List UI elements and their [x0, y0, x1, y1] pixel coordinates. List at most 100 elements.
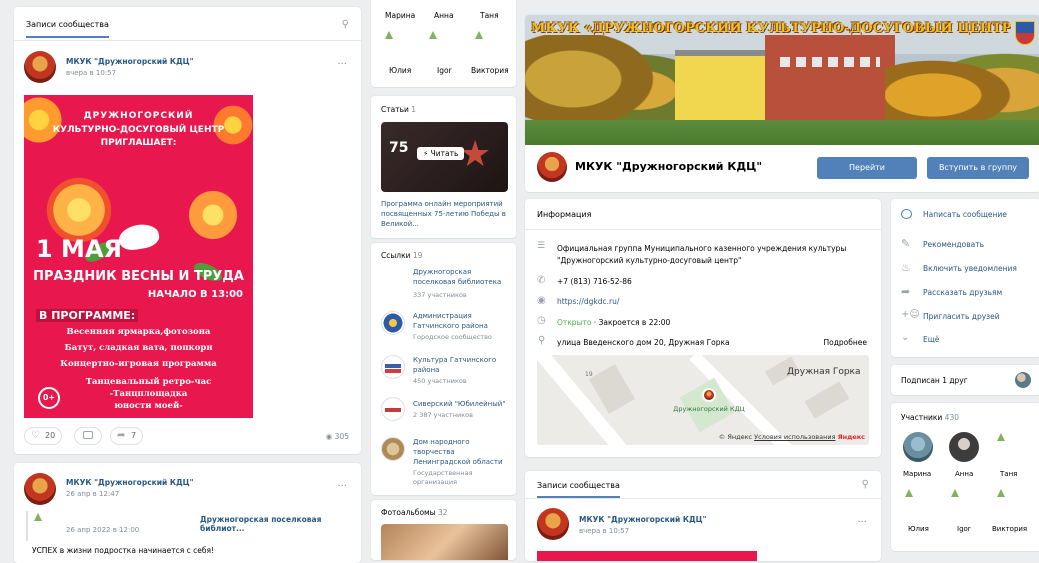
avatar[interactable] — [24, 473, 56, 505]
member-name[interactable]: Марина — [903, 470, 931, 478]
link-item[interactable]: Администрация Гатчинского района Городск… — [381, 309, 511, 345]
cover-image[interactable]: МКУК «ДРУЖНОГОРСКИЙ КУЛЬТУРНО-ДОСУГОВЫЙ … — [525, 15, 1039, 145]
friend-name[interactable]: Анна — [434, 11, 454, 20]
more-icon[interactable]: ··· — [857, 517, 867, 528]
action-recommend[interactable]: ✎ Рекомендовать — [901, 237, 1036, 253]
albums-title[interactable]: Фотоальбомы 32 — [381, 508, 448, 517]
dove-icon — [117, 221, 161, 253]
read-button[interactable]: ⚡ Читать — [417, 147, 465, 160]
avatar[interactable] — [537, 508, 569, 540]
map[interactable]: 19 Дружная Горка Дружногорский КДЦ © Янд… — [537, 355, 869, 445]
link-name[interactable]: Культура Гатчинского района — [413, 355, 508, 375]
comment-button[interactable] — [74, 427, 102, 445]
post-time[interactable]: 26 апр в 12:47 — [66, 490, 119, 498]
map-terms[interactable]: Условия использования — [754, 433, 835, 441]
member-name[interactable]: Таня — [1000, 470, 1017, 478]
like-button[interactable]: ♡ 20 — [24, 427, 63, 445]
post-time[interactable]: вчера в 10:57 — [66, 69, 116, 77]
post-author[interactable]: МКУК "Дружногорский КДЦ" — [66, 57, 194, 66]
member-avatar[interactable] — [903, 432, 933, 462]
open-status: Открыто — [557, 318, 592, 327]
post-author[interactable]: МКУК "Дружногорский КДЦ" — [66, 478, 194, 487]
more-icon[interactable]: ··· — [337, 59, 347, 70]
more-icon[interactable]: ··· — [337, 481, 347, 492]
action-more[interactable]: ⌄ Ещё — [901, 332, 1036, 348]
link-name[interactable]: Сиверский "Юбилейный" — [413, 399, 513, 409]
links-title[interactable]: Ссылки 19 — [381, 251, 422, 260]
age-label: 0+ — [42, 393, 56, 402]
left-post2-card: МКУК "Дружногорский КДЦ" 26 апр в 12:47 … — [14, 463, 361, 563]
album-cover[interactable] — [381, 524, 508, 560]
link-logo — [381, 355, 405, 379]
share-button[interactable]: ➦ 7 — [110, 427, 144, 445]
articles-title[interactable]: Статьи 1 — [381, 105, 416, 114]
subscribed-card[interactable]: Подписан 1 друг — [891, 365, 1039, 395]
posts-tab[interactable]: Записи сообщества — [26, 20, 109, 38]
friend-name[interactable]: Виктория — [471, 66, 509, 75]
albums-card: Фотоальбомы 32 — [371, 500, 516, 560]
action-notifications[interactable]: ♨ Включить уведомления — [901, 261, 1036, 277]
posts-tab[interactable]: Записи сообщества — [537, 481, 620, 498]
group-name: МКУК "Дружногорский КДЦ" — [575, 160, 763, 173]
link-item[interactable]: Дом народного творчества Ленинградской о… — [381, 435, 511, 491]
post-time[interactable]: вчера в 10:57 — [579, 527, 629, 535]
poster-item: юности моей- — [114, 401, 183, 411]
poster-image[interactable]: ДРУЖНОГОРСКИЙ КУЛЬТУРНО-ДОСУГОВЫЙ ЦЕНТР … — [24, 95, 253, 418]
action-label: Ещё — [923, 335, 940, 344]
broken-image-icon[interactable] — [429, 31, 437, 39]
go-button[interactable]: Перейти — [817, 157, 917, 179]
action-invite[interactable]: +☺ Пригласить друзей — [901, 309, 1036, 325]
join-button[interactable]: Вступить в группу — [927, 157, 1029, 179]
article-caption[interactable]: Программа онлайн мероприятий посвященных… — [381, 199, 506, 229]
broken-image-icon[interactable] — [475, 31, 483, 39]
member-name[interactable]: Анна — [955, 470, 973, 478]
repost-source[interactable]: Дружногорская поселковая библиот... — [200, 515, 361, 533]
broken-image-icon[interactable] — [997, 433, 1005, 441]
search-icon[interactable]: ⚲ — [342, 19, 349, 30]
link-item[interactable]: Дружногорская поселковая библиотека 337 … — [381, 267, 511, 303]
action-write-message[interactable]: Написать сообщение — [901, 209, 1036, 223]
site-link[interactable]: https://dgkdc.ru/ — [557, 297, 619, 306]
friends-card: Марина Анна Таня Юлия Igor Виктория — [371, 0, 516, 87]
friend-name[interactable]: Марина — [385, 11, 415, 20]
avatar[interactable] — [24, 51, 56, 83]
post-author[interactable]: МКУК "Дружногорский КДЦ" — [579, 515, 707, 524]
main-posts-card: Записи сообщества ⚲ МКУК "Дружногорский … — [525, 471, 881, 561]
link-logo — [381, 437, 405, 461]
link-item[interactable]: Культура Гатчинского района 450 участник… — [381, 353, 511, 389]
member-avatar[interactable] — [949, 432, 979, 462]
description-text: Официальная группа Муниципального казенн… — [557, 244, 847, 265]
friend-avatar[interactable] — [1015, 372, 1031, 388]
action-share[interactable]: ➦ Рассказать друзьям — [901, 285, 1036, 301]
article-cover[interactable]: 75 ★ ⚡ Читать — [381, 122, 508, 192]
phone-number[interactable]: +7 (813) 716-52-86 — [557, 277, 632, 286]
link-name[interactable]: Дом народного творчества Ленинградской о… — [413, 437, 508, 467]
broken-image-icon[interactable] — [997, 489, 1005, 497]
broken-image-icon[interactable] — [385, 31, 393, 39]
members-title[interactable]: Участники 430 — [901, 413, 959, 422]
broken-image-icon[interactable] — [951, 489, 959, 497]
group-avatar[interactable] — [537, 152, 567, 182]
friend-name[interactable]: Юлия — [389, 66, 411, 75]
links-title-text: Ссылки — [381, 251, 411, 260]
poster-line3: ПРИГЛАШАЕТ: — [100, 138, 177, 148]
articles-title-text: Статьи — [381, 105, 409, 114]
member-name[interactable]: Юлия — [908, 525, 929, 533]
search-icon[interactable]: ⚲ — [862, 479, 869, 490]
map-house-number: 19 — [585, 371, 593, 378]
poster-line1: ДРУЖНОГОРСКИЙ — [83, 111, 194, 121]
link-name[interactable]: Дружногорская поселковая библиотека — [413, 267, 508, 287]
member-name[interactable]: Igor — [957, 525, 971, 533]
broken-image-icon[interactable] — [905, 489, 913, 497]
poster-start: НАЧАЛО В 13:00 — [147, 289, 243, 300]
links-card: Ссылки 19 Дружногорская поселковая библи… — [371, 243, 516, 495]
member-name[interactable]: Виктория — [992, 525, 1027, 533]
poster-date: 1 МАЯ — [36, 235, 122, 263]
friend-name[interactable]: Igor — [437, 66, 452, 75]
map-pin[interactable] — [702, 388, 716, 402]
more-link[interactable]: Подробнее — [823, 338, 867, 347]
friend-name[interactable]: Таня — [480, 11, 499, 20]
link-item[interactable]: Сиверский "Юбилейный" 2 387 участников — [381, 397, 511, 427]
link-name[interactable]: Администрация Гатчинского района — [413, 311, 508, 331]
share-icon: ➦ — [117, 430, 126, 441]
